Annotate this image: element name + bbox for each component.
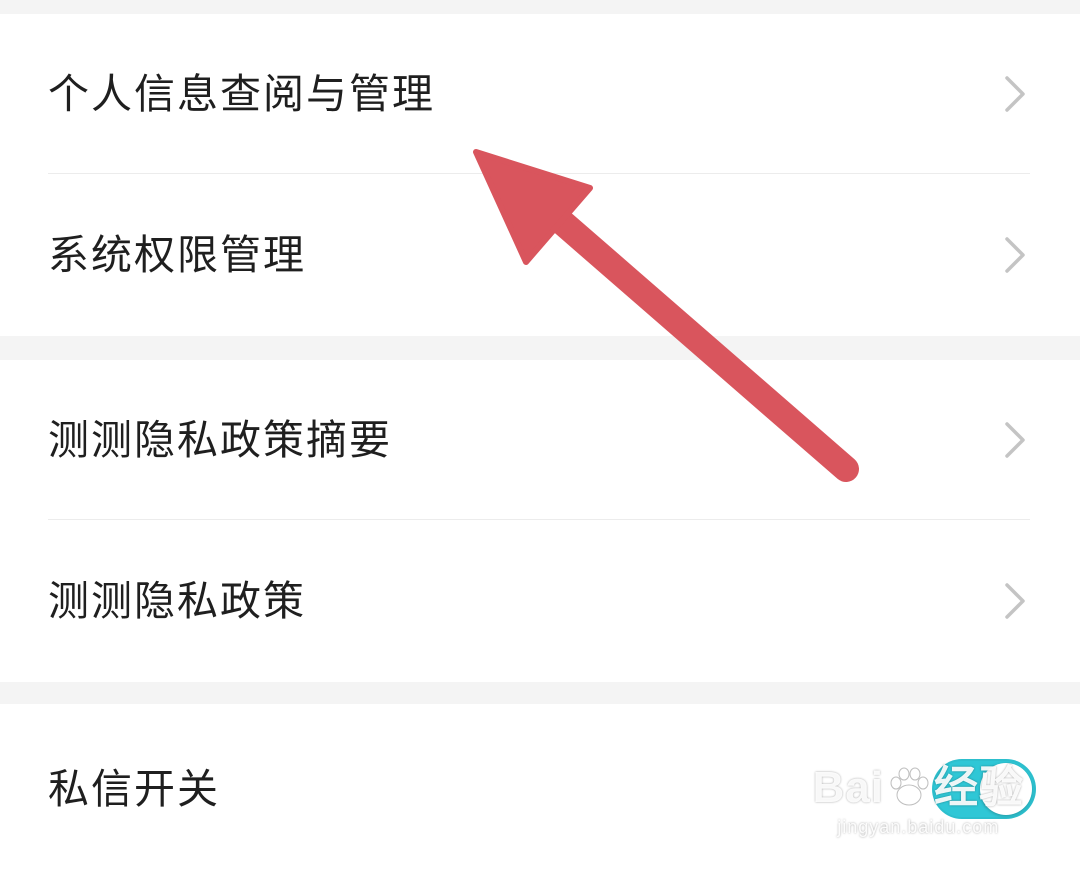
toggle-knob: [980, 763, 1032, 815]
settings-group-2: 测测隐私政策摘要 测测隐私政策: [0, 360, 1080, 682]
menu-item-label: 测测隐私政策摘要: [48, 415, 392, 464]
menu-item-system-permissions[interactable]: 系统权限管理: [0, 174, 1080, 336]
menu-item-privacy-policy[interactable]: 测测隐私政策: [0, 520, 1080, 682]
chevron-right-icon: [1000, 235, 1030, 275]
menu-item-label: 个人信息查阅与管理: [48, 69, 435, 118]
menu-item-personal-info[interactable]: 个人信息查阅与管理: [0, 14, 1080, 174]
section-gap: [0, 336, 1080, 360]
chevron-right-icon: [1000, 581, 1030, 621]
settings-group-1: 个人信息查阅与管理 系统权限管理: [0, 14, 1080, 336]
menu-item-private-message-switch: 私信开关: [0, 704, 1080, 874]
menu-item-label: 测测隐私政策: [48, 576, 306, 625]
chevron-right-icon: [1000, 74, 1030, 114]
section-gap: [0, 682, 1080, 704]
chevron-right-icon: [1000, 420, 1030, 460]
menu-item-label: 系统权限管理: [48, 230, 306, 279]
menu-item-label: 私信开关: [48, 764, 220, 813]
menu-item-privacy-summary[interactable]: 测测隐私政策摘要: [0, 360, 1080, 520]
private-message-toggle[interactable]: [932, 759, 1036, 819]
settings-group-3: 私信开关: [0, 704, 1080, 874]
top-spacer: [0, 0, 1080, 14]
